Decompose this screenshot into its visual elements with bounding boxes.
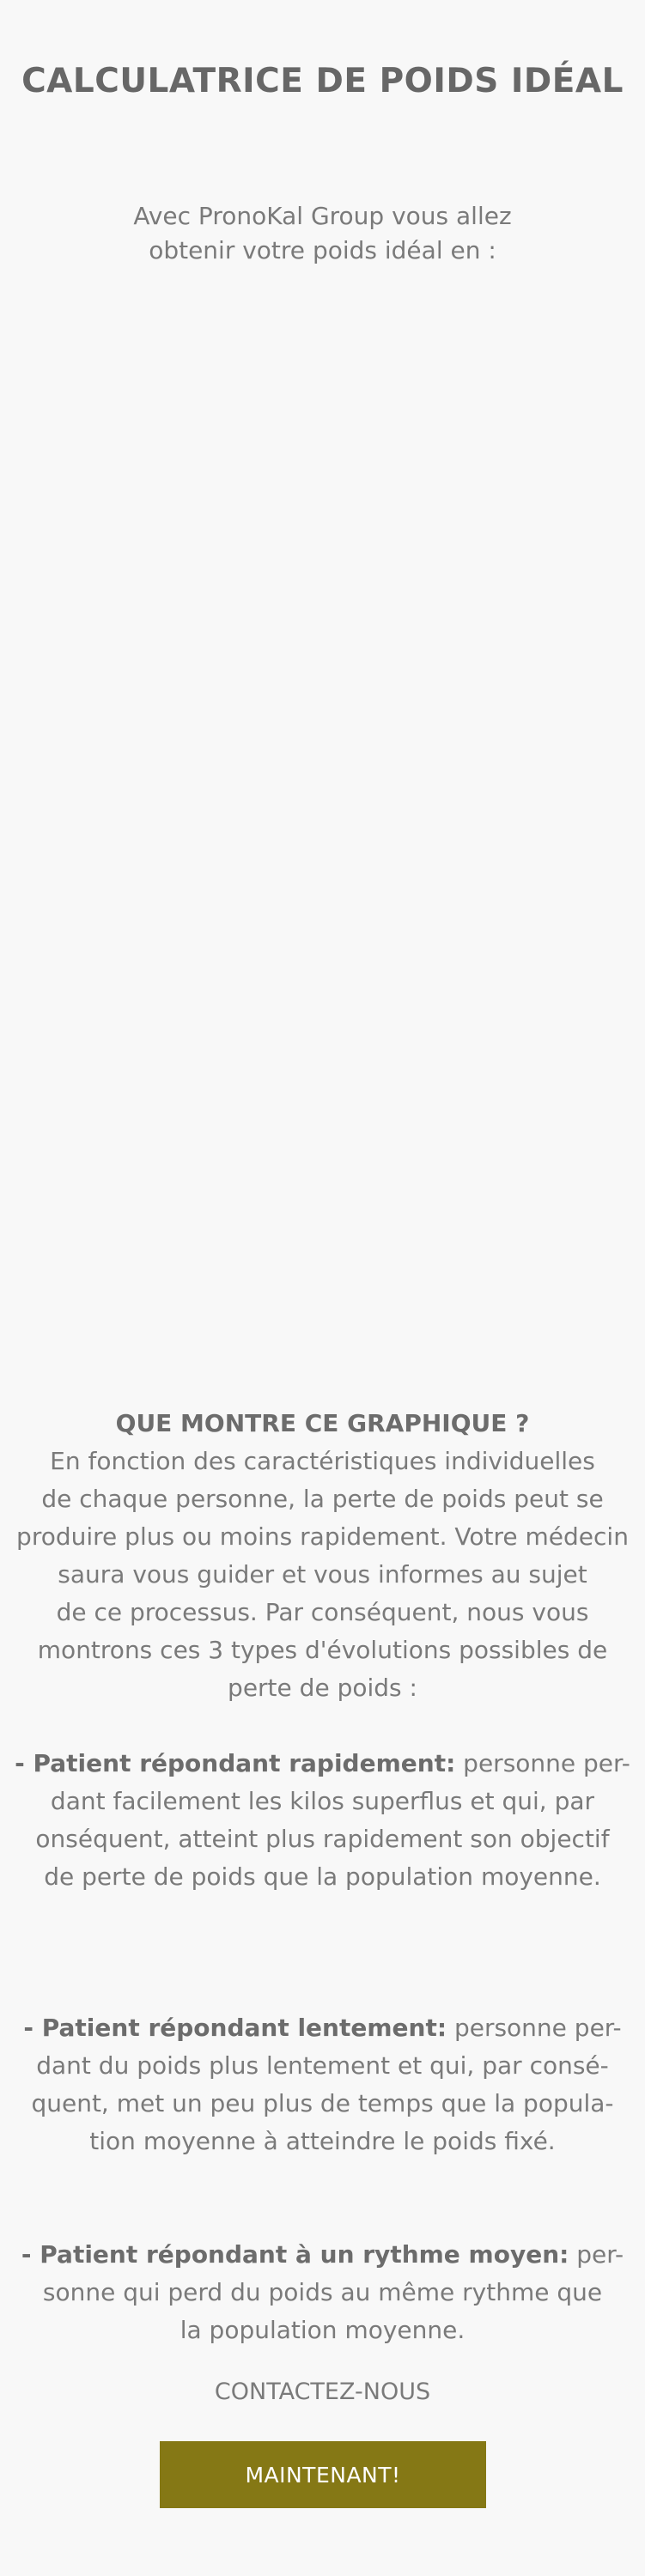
contact-now-button[interactable]: MAINTENANT! <box>160 2441 486 2508</box>
slow-responder-text: - Patient répondant lentement: personne … <box>7 2009 638 2160</box>
paragraph-line: saura vous guider et vous informes au su… <box>58 1560 587 1589</box>
slow-responder-line: dant du poids plus lentement et qui, par… <box>36 2051 609 2080</box>
fast-responder-first-line: - Patient répondant rapidement: personne… <box>7 1745 638 1783</box>
fast-responder-label: - Patient répondant rapidement: <box>15 1749 456 1777</box>
fast-responder-line: de perte de poids que la population moye… <box>44 1862 601 1891</box>
slow-responder-line: tion moyenne à atteindre le poids fixé. <box>89 2127 556 2155</box>
average-responder-line: sonne qui perd du poids au même rythme q… <box>42 2278 603 2306</box>
intro-line-2: obtenir votre poids idéal en : <box>149 236 496 264</box>
paragraph-line: de chaque personne, la perte de poids pe… <box>41 1485 604 1513</box>
page: CALCULATRICE DE POIDS IDÉAL Avec PronoKa… <box>0 0 645 2576</box>
explanation-paragraph: En fonction des caractéristiques individ… <box>7 1443 638 1707</box>
intro-text: Avec PronoKal Group vous allez obtenir v… <box>0 199 645 268</box>
explanation-heading: QUE MONTRE CE GRAPHIQUE ? <box>115 1409 530 1437</box>
slow-responder-rest: personne per- <box>447 2014 622 2042</box>
intro-line-1: Avec PronoKal Group vous allez <box>133 202 512 230</box>
paragraph-line: perte de poids : <box>228 1674 417 1702</box>
paragraph-line: produire plus ou moins rapidement. Votre… <box>16 1522 629 1551</box>
explanation-section: QUE MONTRE CE GRAPHIQUE ? En fonction de… <box>7 1405 638 2349</box>
average-responder-first-line: - Patient répondant à un rythme moyen: p… <box>7 2236 638 2274</box>
average-responder-line: la population moyenne. <box>180 2316 465 2344</box>
paragraph-line: montrons ces 3 types d'évolutions possib… <box>37 1636 608 1664</box>
fast-responder-line: onséquent, atteint plus rapidement son o… <box>35 1825 610 1853</box>
average-responder-text: - Patient répondant à un rythme moyen: p… <box>7 2236 638 2349</box>
slow-responder-line: quent, met un peu plus de temps que la p… <box>31 2089 614 2117</box>
fast-responder-rest: personne per- <box>455 1749 630 1777</box>
fast-responder-line: dant facilement les kilos superflus et q… <box>50 1787 595 1815</box>
fast-responder-text: - Patient répondant rapidement: personne… <box>7 1745 638 1896</box>
slow-responder-label: - Patient répondant lentement: <box>23 2014 447 2042</box>
average-responder-label: - Patient répondant à un rythme moyen: <box>21 2240 569 2269</box>
average-responder-rest: per- <box>569 2240 624 2269</box>
paragraph-line: En fonction des caractéristiques individ… <box>50 1447 595 1475</box>
contact-label: CONTACTEZ-NOUS <box>214 2379 431 2405</box>
page-title: CALCULATRICE DE POIDS IDÉAL <box>21 62 624 100</box>
slow-responder-first-line: - Patient répondant lentement: personne … <box>7 2009 638 2047</box>
chart-placeholder <box>26 292 619 1374</box>
paragraph-line: de ce processus. Par conséquent, nous vo… <box>56 1598 589 1626</box>
